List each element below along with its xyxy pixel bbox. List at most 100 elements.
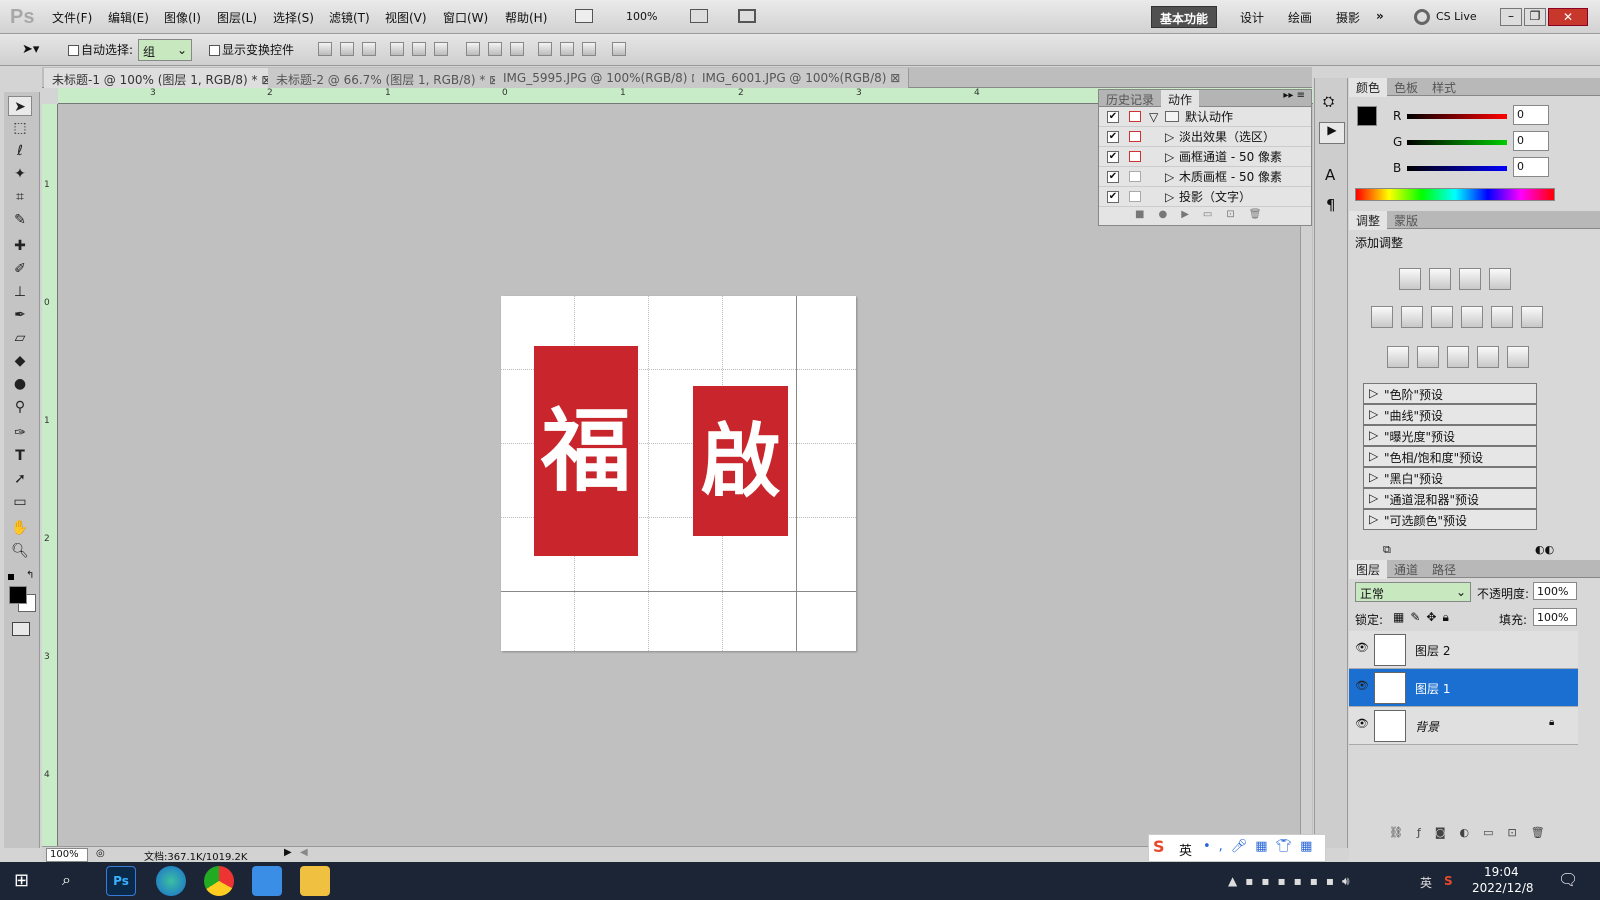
layer-row[interactable]: 👁︎ 图层 2 [1349, 631, 1578, 669]
layer-name[interactable]: 图层 2 [1415, 642, 1450, 659]
auto-select-checkbox[interactable] [68, 45, 79, 56]
bridge-icon[interactable] [575, 9, 593, 23]
screen-mode-icon[interactable] [738, 9, 756, 23]
curves-icon[interactable] [1459, 268, 1481, 290]
auto-align-icon[interactable] [612, 42, 626, 56]
show-transform-checkbox[interactable] [209, 45, 220, 56]
tab-img-5995[interactable]: IMG_5995.JPG @ 100%(RGB/8) ⊠ [495, 68, 711, 88]
expand-icon[interactable]: ▷ [1165, 147, 1174, 167]
record-icon[interactable]: ● [1158, 209, 1181, 220]
trash-icon[interactable]: 🗑︎ [1249, 209, 1276, 220]
exposure-icon[interactable] [1489, 268, 1511, 290]
tab-untitled-2[interactable]: 未标题-2 @ 66.7% (图层 1, RGB/8) * ⊠ [268, 68, 509, 88]
chevron-down-icon[interactable]: ▽ [1149, 107, 1158, 127]
action-row[interactable]: ✔ ▷ 淡出效果（选区） [1099, 127, 1311, 147]
pen-tool-icon[interactable]: ✑ [8, 423, 32, 443]
checkbox-icon[interactable]: ✔ [1107, 151, 1119, 163]
checkbox-icon[interactable]: ✔ [1107, 111, 1119, 123]
tab-img-6001[interactable]: IMG_6001.JPG @ 100%(RGB/8) ⊠ [694, 68, 910, 88]
search-icon[interactable]: ⌕ [62, 870, 71, 890]
move-tool-preset-icon[interactable]: ➤▾ [22, 42, 39, 57]
color-ramp[interactable] [1355, 188, 1555, 201]
view-mode-icon[interactable]: ◐◐ [1535, 543, 1554, 556]
sogou-tray-icon[interactable]: S [1444, 874, 1453, 888]
actions-panel-icon[interactable]: ▶ [1319, 122, 1345, 144]
channel-mixer-icon[interactable] [1521, 306, 1543, 328]
checkbox-icon[interactable]: ✔ [1107, 191, 1119, 203]
panel-menu-icon[interactable]: ▸▸ ≡ [1283, 90, 1305, 101]
chrome-taskbar-icon[interactable] [204, 866, 234, 896]
type-tool-icon[interactable]: T [8, 446, 32, 466]
brightness-contrast-icon[interactable] [1399, 268, 1421, 290]
layer-row-selected[interactable]: 👁︎ 图层 1 [1349, 669, 1578, 707]
dialog-toggle-icon[interactable] [1129, 151, 1141, 162]
channel-g-slider[interactable] [1407, 140, 1507, 145]
tray-icons[interactable]: ▲▪▪▪▪▪▪🔊︎ [1228, 874, 1358, 889]
black-white-icon[interactable] [1461, 306, 1483, 328]
history-brush-tool-icon[interactable]: ✒ [8, 305, 32, 325]
expand-icon[interactable]: ▷ [1165, 187, 1174, 207]
invert-icon[interactable] [1387, 346, 1409, 368]
crop-tool-icon[interactable]: ⌗ [8, 187, 32, 207]
app-taskbar-icon[interactable] [252, 866, 282, 896]
marquee-tool-icon[interactable]: ⬚ [8, 118, 32, 138]
dialog-toggle-icon[interactable] [1129, 191, 1141, 202]
path-selection-tool-icon[interactable]: ➚ [8, 469, 32, 489]
workspace-painting[interactable]: 绘画 [1280, 6, 1320, 28]
blend-mode-select[interactable]: 正常 ⌄ [1355, 582, 1471, 602]
menu-edit[interactable]: 编辑(E) [108, 9, 149, 26]
auto-select-toggle[interactable]: 自动选择: [68, 41, 133, 58]
channel-r-slider[interactable] [1407, 114, 1507, 119]
character-panel-icon[interactable]: A [1325, 166, 1335, 184]
windows-start-icon[interactable]: ⊞ [14, 870, 29, 891]
preset-black-white[interactable]: ▷ "黑白"预设 [1363, 467, 1537, 488]
new-set-icon[interactable]: ▭ [1203, 209, 1226, 220]
brush-tool-icon[interactable]: ✐ [8, 259, 32, 279]
menu-help[interactable]: 帮助(H) [505, 9, 547, 26]
quick-mask-icon[interactable] [12, 622, 30, 636]
lasso-tool-icon[interactable]: ℓ [8, 141, 32, 161]
preset-channel-mixer[interactable]: ▷ "通道混和器"预设 [1363, 488, 1537, 509]
new-action-icon[interactable]: ⊡ [1226, 209, 1248, 220]
tab-adjustments[interactable]: 调整 [1349, 211, 1388, 230]
selective-color-icon[interactable] [1507, 346, 1529, 368]
expand-icon[interactable]: ▷ [1165, 167, 1174, 187]
menu-file[interactable]: 文件(F) [52, 9, 92, 26]
eraser-tool-icon[interactable]: ▱ [8, 328, 32, 348]
align-right-icon[interactable] [434, 42, 448, 56]
channel-b-slider[interactable] [1407, 166, 1507, 171]
workspace-photography[interactable]: 摄影 [1328, 6, 1368, 28]
preset-selective-color[interactable]: ▷ "可选颜色"预设 [1363, 509, 1537, 530]
arrange-documents-icon[interactable] [690, 9, 708, 23]
ime-lang[interactable]: 英 [1179, 840, 1192, 859]
dialog-toggle-icon[interactable] [1129, 111, 1141, 122]
channel-b-field[interactable]: 0 [1513, 157, 1549, 177]
action-row[interactable]: ✔ ▷ 画框通道 - 50 像素 [1099, 147, 1311, 167]
clock-date[interactable]: 2022/12/8 [1472, 881, 1534, 895]
channel-g-field[interactable]: 0 [1513, 131, 1549, 151]
hue-saturation-icon[interactable] [1401, 306, 1423, 328]
action-set-row[interactable]: ✔ ▽ 默认动作 [1099, 107, 1311, 127]
tray-lang[interactable]: 英 [1420, 874, 1432, 891]
align-top-icon[interactable] [318, 42, 332, 56]
tab-paths[interactable]: 路径 [1425, 560, 1463, 579]
distribute-vcenter-icon[interactable] [488, 42, 502, 56]
magic-wand-tool-icon[interactable]: ✦ [8, 164, 32, 184]
photo-filter-icon[interactable] [1491, 306, 1513, 328]
workspace-essentials[interactable]: 基本功能 [1151, 6, 1218, 28]
cs-live-menu[interactable]: CS Live [1436, 10, 1477, 23]
preset-curves[interactable]: ▷ "曲线"预设 [1363, 404, 1537, 425]
ime-toolbar[interactable]: S 英 •,🎤︎▦👕︎▦ [1148, 834, 1326, 862]
zoom-tool-icon[interactable]: 🔍︎ [8, 541, 32, 561]
show-transform-toggle[interactable]: 显示变换控件 [209, 41, 294, 58]
clip-to-layer-icon[interactable]: ⧉ [1383, 543, 1391, 557]
document-canvas[interactable]: 福 啟 [501, 296, 856, 651]
dodge-tool-icon[interactable]: ⚲ [8, 397, 32, 417]
hand-tool-icon[interactable]: ✋ [8, 518, 32, 538]
lock-icons[interactable]: ▦✎✥🔒︎ [1393, 610, 1455, 625]
auto-select-dropdown[interactable]: 组 ⌄ [138, 39, 192, 61]
blur-tool-icon[interactable]: ● [8, 374, 32, 394]
checkbox-icon[interactable]: ✔ [1107, 131, 1119, 143]
close-button[interactable]: ✕ [1548, 8, 1588, 26]
layer-name[interactable]: 图层 1 [1415, 680, 1450, 697]
